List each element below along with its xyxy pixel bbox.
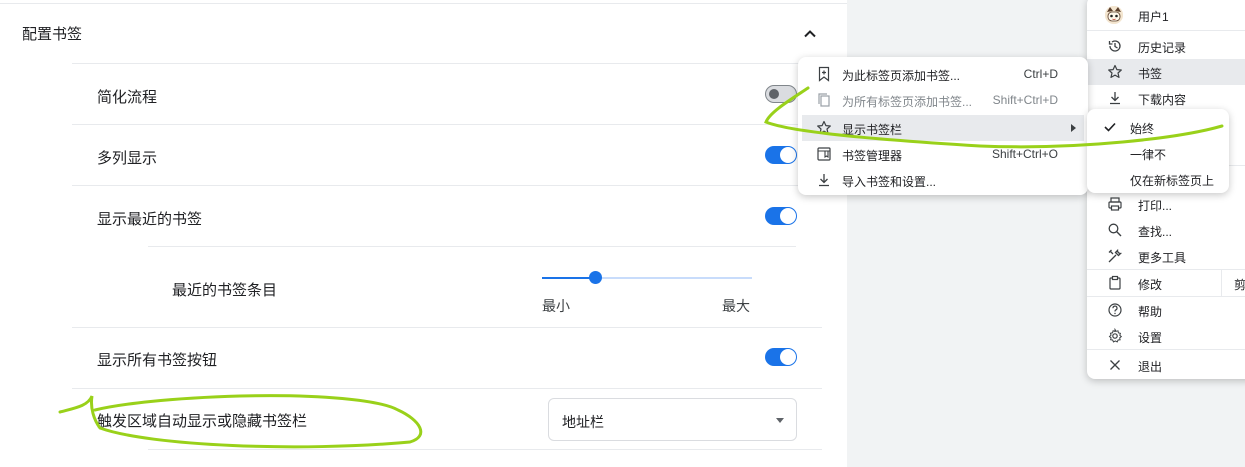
menu-item-print-label: 打印... bbox=[1138, 199, 1173, 213]
bookmarks-bar-submenu: 始终 一律不 仅在新标签页上 bbox=[1087, 109, 1229, 193]
add-all-tabs-shortcut: Shift+Ctrl+D bbox=[992, 93, 1058, 107]
clipboard-icon bbox=[1109, 275, 1121, 290]
divider bbox=[72, 124, 822, 125]
menu-separator bbox=[1087, 349, 1245, 350]
bookmarks-bar-always-option[interactable]: 始终 bbox=[1087, 115, 1229, 139]
menu-item-find[interactable]: 查找... bbox=[1087, 217, 1245, 243]
chevron-up-icon bbox=[804, 30, 816, 38]
never-label: 一律不 bbox=[1130, 148, 1167, 162]
menu-item-settings-label: 设置 bbox=[1138, 331, 1163, 345]
menu-item-history-label: 历史记录 bbox=[1138, 41, 1187, 55]
tools-icon bbox=[1108, 248, 1123, 263]
import-bookmarks-label: 导入书签和设置... bbox=[842, 175, 937, 189]
menu-item-help-label: 帮助 bbox=[1138, 305, 1163, 319]
recent-count-slider-knob[interactable] bbox=[589, 271, 602, 284]
always-label: 始终 bbox=[1130, 122, 1155, 136]
search-icon bbox=[1108, 223, 1122, 237]
add-all-tabs-item: 为所有标签页添加书签... Shift+Ctrl+D bbox=[802, 87, 1084, 113]
divider bbox=[72, 63, 822, 64]
add-bookmark-shortcut: Ctrl+D bbox=[1023, 67, 1058, 81]
copy-icon bbox=[818, 93, 830, 107]
import-bookmarks-item[interactable]: 导入书签和设置... bbox=[802, 167, 1084, 193]
top-divider bbox=[0, 3, 847, 4]
recent-count-label: 最近的书签条目 bbox=[172, 282, 278, 299]
menu-item-history[interactable]: 历史记录 bbox=[1087, 33, 1245, 59]
download-icon bbox=[1110, 92, 1120, 105]
menu-separator bbox=[1087, 30, 1245, 31]
menu-item-more-tools-label: 更多工具 bbox=[1138, 251, 1187, 265]
bookmark-settings-panel: 配置书签 简化流程 多列显示 显示最近的书签 最近的书签条目 最小 最大 显示所… bbox=[0, 0, 847, 467]
show-all-button-toggle[interactable] bbox=[765, 348, 797, 366]
history-icon bbox=[1108, 40, 1121, 52]
close-icon bbox=[1110, 360, 1120, 370]
slider-max-label: 最大 bbox=[722, 298, 750, 314]
divider bbox=[148, 246, 796, 247]
auto-show-label: 触发区域自动显示或隐藏书签栏 bbox=[97, 413, 308, 430]
show-bookmarks-bar-label: 显示书签栏 bbox=[842, 123, 903, 137]
divider bbox=[72, 185, 822, 186]
menu-item-settings[interactable]: 设置 bbox=[1087, 323, 1245, 349]
caret-down-icon bbox=[776, 418, 784, 423]
menu-item-more-tools[interactable]: 更多工具 bbox=[1087, 243, 1245, 269]
trigger-area-value: 地址栏 bbox=[562, 414, 604, 430]
divider bbox=[148, 449, 822, 450]
menu-item-print[interactable]: 打印... bbox=[1087, 191, 1245, 217]
submenu-arrow-icon bbox=[1071, 124, 1076, 132]
menu-item-downloads-label: 下载内容 bbox=[1138, 93, 1187, 107]
multi-column-toggle[interactable] bbox=[765, 146, 797, 164]
star-icon bbox=[1108, 64, 1122, 78]
printer-icon bbox=[1108, 197, 1122, 211]
simplify-flow-toggle[interactable] bbox=[765, 85, 797, 103]
avatar-icon bbox=[1105, 6, 1123, 24]
bookmark-add-icon bbox=[818, 66, 830, 82]
menu-item-exit[interactable]: 退出 bbox=[1087, 352, 1245, 378]
edit-cut-button[interactable]: 剪 bbox=[1234, 276, 1245, 293]
divider bbox=[72, 388, 822, 389]
slider-min-label: 最小 bbox=[542, 298, 570, 314]
collapse-button[interactable] bbox=[800, 24, 820, 44]
menu-item-downloads[interactable]: 下载内容 bbox=[1087, 85, 1245, 111]
star-icon bbox=[817, 120, 831, 134]
gear-icon bbox=[1108, 328, 1123, 343]
show-bookmarks-bar-item[interactable]: 显示书签栏 bbox=[802, 115, 1084, 141]
simplify-flow-label: 简化流程 bbox=[97, 89, 158, 106]
bookmarks-bar-never-option[interactable]: 一律不 bbox=[1087, 141, 1229, 165]
multi-column-label: 多列显示 bbox=[97, 150, 158, 167]
bookmarks-submenu: 为此标签页添加书签... Ctrl+D 为所有标签页添加书签... Shift+… bbox=[798, 57, 1088, 195]
edit-divider bbox=[1221, 270, 1222, 296]
add-bookmark-item[interactable]: 为此标签页添加书签... Ctrl+D bbox=[802, 61, 1084, 87]
trigger-area-select[interactable]: 地址栏 bbox=[548, 398, 797, 441]
profile-item[interactable]: 用户1 bbox=[1087, 2, 1245, 28]
menu-item-bookmarks[interactable]: 书签 bbox=[1087, 59, 1245, 85]
check-icon bbox=[1104, 122, 1116, 132]
menu-item-edit-label: 修改 bbox=[1138, 278, 1163, 292]
bookmark-manager-shortcut: Shift+Ctrl+O bbox=[991, 147, 1058, 161]
new-tab-only-label: 仅在新标签页上 bbox=[1130, 174, 1215, 188]
bookmark-manager-icon bbox=[817, 147, 831, 161]
show-recent-label: 显示最近的书签 bbox=[97, 211, 203, 228]
menu-item-edit: 修改 剪 bbox=[1087, 270, 1245, 296]
slider-fill bbox=[542, 277, 595, 279]
show-all-button-label: 显示所有书签按钮 bbox=[97, 352, 218, 369]
import-icon bbox=[819, 174, 829, 187]
bookmark-manager-item[interactable]: 书签管理器 Shift+Ctrl+O bbox=[802, 141, 1084, 167]
menu-item-exit-label: 退出 bbox=[1138, 360, 1163, 374]
avatar bbox=[1105, 6, 1123, 24]
menu-item-help[interactable]: 帮助 bbox=[1087, 297, 1245, 323]
show-recent-toggle[interactable] bbox=[765, 207, 797, 225]
bookmarks-bar-new-tab-option[interactable]: 仅在新标签页上 bbox=[1087, 167, 1229, 191]
menu-item-bookmarks-label: 书签 bbox=[1138, 67, 1163, 81]
add-bookmark-label: 为此标签页添加书签... bbox=[842, 69, 961, 83]
section-title: 配置书签 bbox=[22, 26, 83, 43]
recent-count-slider-track[interactable] bbox=[542, 277, 752, 279]
help-icon bbox=[1108, 303, 1122, 317]
profile-name: 用户1 bbox=[1138, 10, 1169, 24]
divider bbox=[72, 327, 822, 328]
menu-item-find-label: 查找... bbox=[1138, 225, 1173, 239]
bookmark-manager-label: 书签管理器 bbox=[842, 149, 903, 163]
add-all-tabs-label: 为所有标签页添加书签... bbox=[842, 95, 973, 109]
